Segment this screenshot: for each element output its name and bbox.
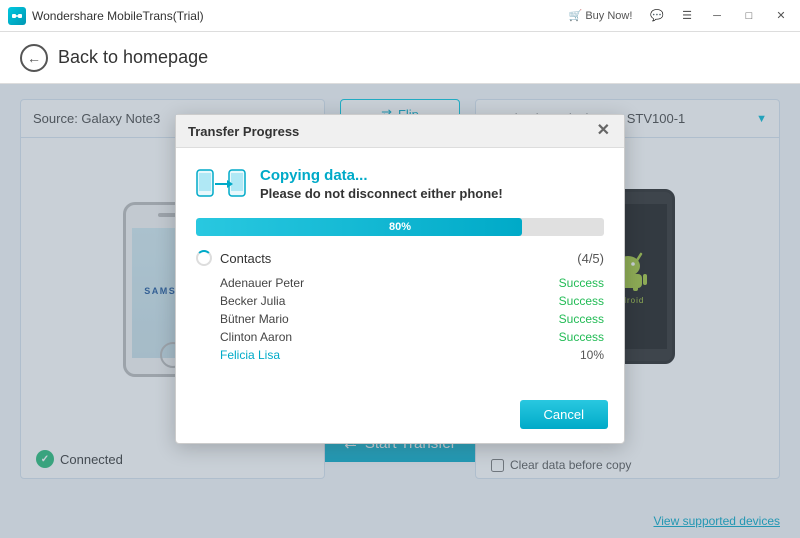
dialog-footer: Cancel	[176, 392, 624, 443]
contact-name: Felicia Lisa	[220, 348, 280, 362]
contacts-left: Contacts	[196, 250, 271, 266]
progress-dialog: Transfer Progress ✕	[175, 114, 625, 444]
app-body: ← Back to homepage Source: Galaxy Note3 …	[0, 32, 800, 538]
close-button[interactable]: ✕	[770, 5, 792, 27]
dialog-body: Copying data... Please do not disconnect…	[176, 148, 624, 392]
contact-row: Felicia Lisa 10%	[196, 346, 604, 364]
progress-bar-container: 80%	[196, 218, 604, 236]
menu-icon: ☰	[682, 9, 692, 22]
contact-status: Success	[559, 330, 604, 344]
dialog-status-text: Copying data... Please do not disconnect…	[260, 167, 503, 201]
contacts-count: (4/5)	[577, 251, 604, 266]
transfer-phones-icon	[196, 164, 246, 204]
cart-icon: 🛒	[569, 9, 583, 22]
contacts-header: Contacts (4/5)	[196, 250, 604, 266]
chat-icon: 💬	[650, 9, 664, 22]
contacts-spinner	[196, 250, 212, 266]
menu-icon-btn[interactable]: ☰	[678, 7, 696, 24]
progress-percent-label: 80%	[389, 221, 411, 233]
content-area: Source: Galaxy Note3 ▼ SAMSUNG ✓ Connect…	[0, 84, 800, 538]
minimize-button[interactable]: ─	[706, 5, 728, 27]
contacts-label: Contacts	[220, 251, 271, 266]
contact-row: Clinton Aaron Success	[196, 328, 604, 346]
contact-status: 10%	[580, 348, 604, 362]
contacts-section: Contacts (4/5) Adenauer PeterSuccessBeck…	[196, 250, 604, 364]
contact-row: Becker Julia Success	[196, 292, 604, 310]
contact-name: Bütner Mario	[220, 312, 289, 326]
back-arrow-icon: ←	[20, 44, 48, 72]
dialog-title: Transfer Progress	[188, 124, 299, 139]
contact-name: Clinton Aaron	[220, 330, 292, 344]
contact-row: Adenauer Peter Success	[196, 274, 604, 292]
back-label: Back to homepage	[58, 47, 208, 68]
dialog-close-button[interactable]: ✕	[595, 123, 612, 139]
copying-data-text: Copying data...	[260, 167, 503, 184]
progress-overlay: Transfer Progress ✕	[0, 84, 800, 538]
contact-status: Success	[559, 312, 604, 326]
title-bar-left: Wondershare MobileTrans(Trial)	[8, 7, 204, 25]
top-nav: ← Back to homepage	[0, 32, 800, 84]
cancel-button[interactable]: Cancel	[520, 400, 608, 429]
app-title: Wondershare MobileTrans(Trial)	[32, 9, 204, 23]
dialog-title-bar: Transfer Progress ✕	[176, 115, 624, 148]
contact-status: Success	[559, 294, 604, 308]
dialog-header-row: Copying data... Please do not disconnect…	[196, 164, 604, 204]
contact-name: Adenauer Peter	[220, 276, 304, 290]
back-button[interactable]: ← Back to homepage	[20, 44, 208, 72]
contact-status: Success	[559, 276, 604, 290]
chat-icon-btn[interactable]: 💬	[646, 7, 668, 24]
contact-name: Becker Julia	[220, 294, 285, 308]
maximize-button[interactable]: □	[738, 5, 760, 27]
title-bar: Wondershare MobileTrans(Trial) 🛒 Buy Now…	[0, 0, 800, 32]
app-icon	[8, 7, 26, 25]
buy-now-button[interactable]: 🛒 Buy Now!	[565, 7, 637, 24]
title-bar-right: 🛒 Buy Now! 💬 ☰ ─ □ ✕	[565, 5, 792, 27]
contact-row: Bütner Mario Success	[196, 310, 604, 328]
progress-bar-fill	[196, 218, 522, 236]
disconnect-warning-text: Please do not disconnect either phone!	[260, 186, 503, 201]
contact-list: Adenauer Peter Success Becker Julia Success…	[196, 274, 604, 364]
